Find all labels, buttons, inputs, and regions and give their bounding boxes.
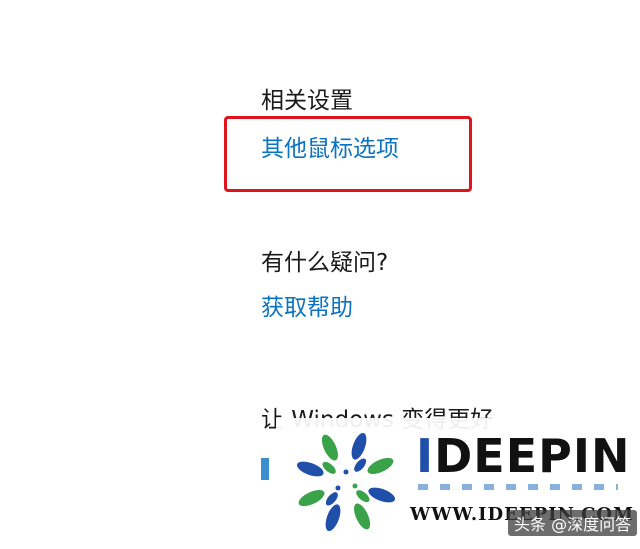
watermark-credit: 头条 @深度问答 — [508, 510, 638, 536]
related-settings-heading: 相关设置 — [261, 88, 353, 114]
feedback-link-partial[interactable] — [261, 458, 269, 480]
other-mouse-options-link[interactable]: 其他鼠标选项 — [261, 134, 399, 164]
watermark-brand: IDEEPIN — [416, 430, 630, 482]
watermark: IDEEPIN WWW.IDEEPIN.COM 头条 @深度问答 — [276, 418, 640, 549]
brand-prefix: I — [416, 429, 435, 483]
watermark-decoration — [418, 484, 618, 490]
settings-related-panel: 相关设置 其他鼠标选项 有什么疑问? 获取帮助 让 Windows 变得更好 — [0, 0, 640, 549]
brand-rest: DEEPIN — [434, 429, 631, 483]
ideepin-logo-icon — [296, 432, 396, 532]
questions-heading: 有什么疑问? — [261, 250, 389, 276]
get-help-link[interactable]: 获取帮助 — [261, 293, 353, 323]
